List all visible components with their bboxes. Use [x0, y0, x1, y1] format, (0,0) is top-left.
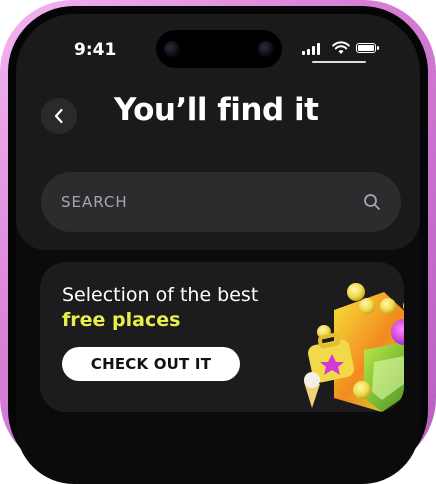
- status-icons: [302, 41, 382, 57]
- dynamic-island: [156, 30, 282, 68]
- page-title: You’ll find it: [114, 92, 319, 128]
- phone-screen: 9:41 You’ll find it Selectio: [16, 14, 420, 484]
- back-button[interactable]: [41, 98, 77, 134]
- camera-lens-icon: [164, 41, 180, 57]
- search-icon[interactable]: [363, 193, 381, 211]
- battery-icon: [356, 43, 379, 53]
- chevron-left-icon: [54, 108, 63, 124]
- status-time: 9:41: [74, 40, 117, 60]
- promo-highlight: free places: [62, 309, 181, 331]
- wifi-icon: [332, 41, 350, 54]
- promo-illustration: [304, 283, 404, 412]
- status-underline: [312, 61, 366, 63]
- check-out-button[interactable]: CHECK OUT IT: [62, 347, 240, 381]
- search-input[interactable]: [61, 172, 351, 232]
- camera-lens-icon: [258, 41, 274, 57]
- promo-card[interactable]: Selection of the best free places CHECK …: [40, 262, 404, 412]
- promo-heading: Selection of the best: [62, 284, 259, 306]
- search-bar[interactable]: [41, 172, 401, 232]
